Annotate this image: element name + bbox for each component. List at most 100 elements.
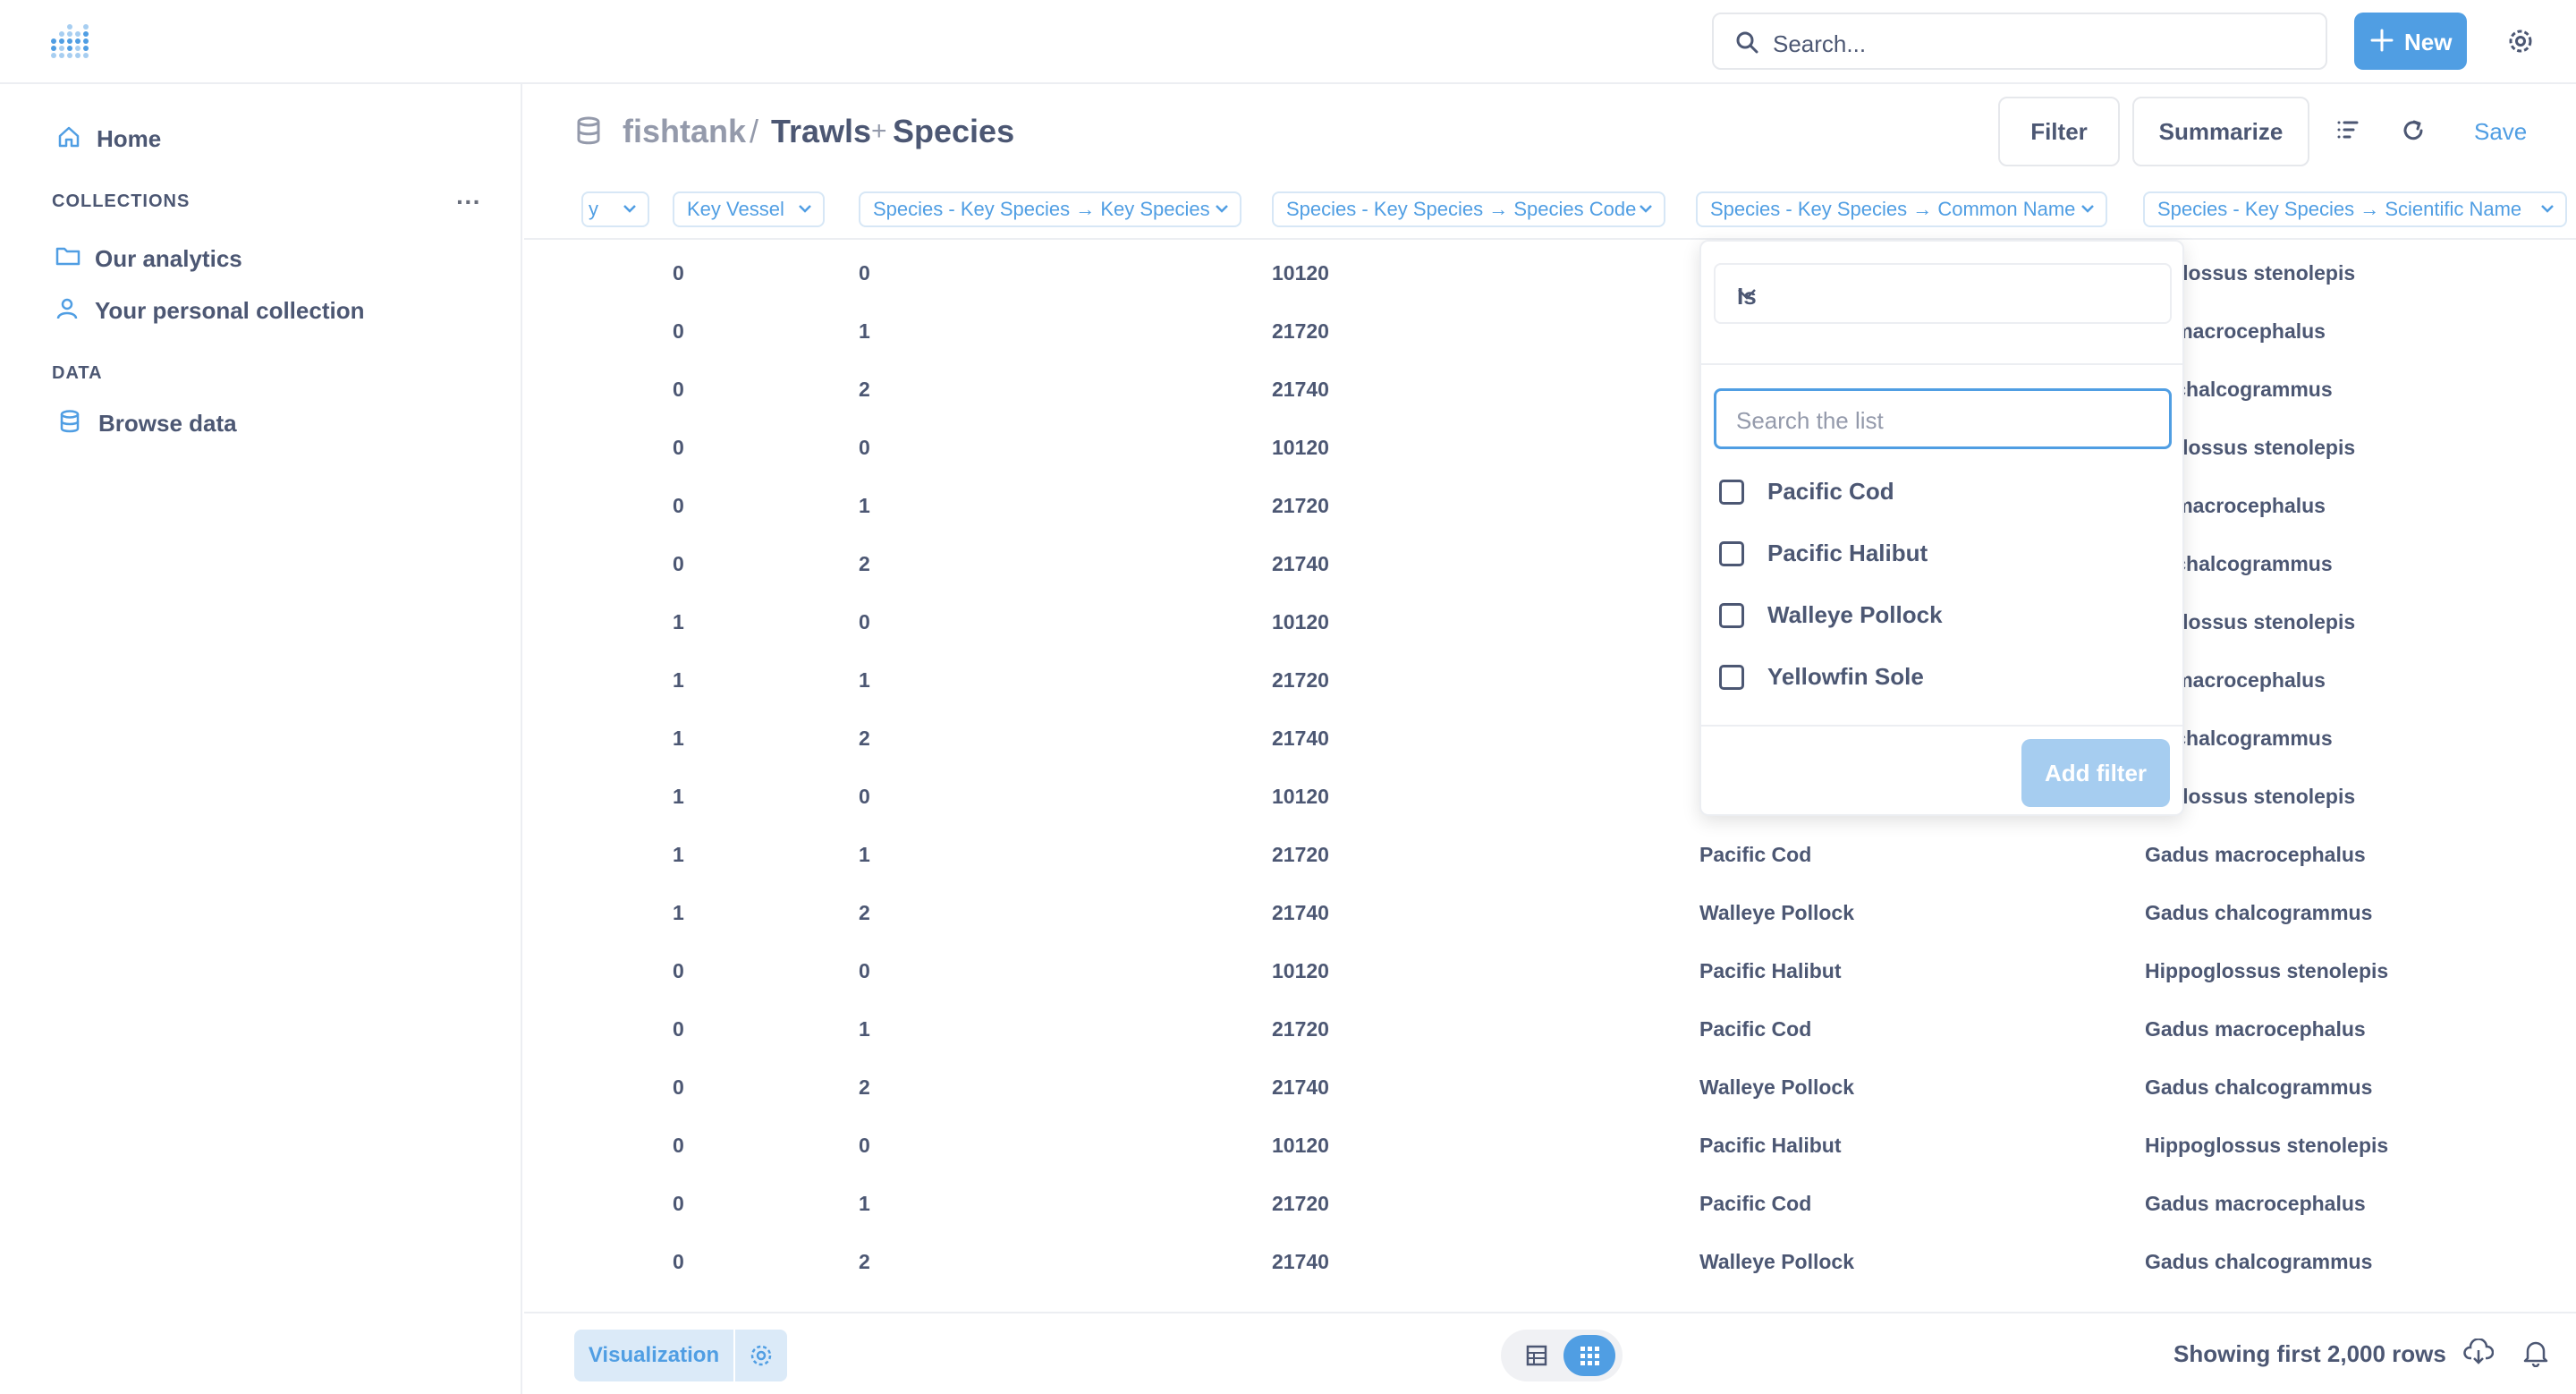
table-cell[interactable]: 21720 <box>1272 843 1329 867</box>
table-cell[interactable]: 0 <box>673 494 684 518</box>
table-cell[interactable]: 10120 <box>1272 261 1329 285</box>
table-cell[interactable]: 0 <box>673 1250 684 1274</box>
table-cell[interactable]: 1 <box>859 1192 870 1216</box>
table-cell[interactable]: 0 <box>673 1192 684 1216</box>
checkbox[interactable] <box>1719 541 1744 566</box>
save-button[interactable]: Save <box>2474 118 2527 146</box>
table-cell[interactable]: 21720 <box>1272 319 1329 344</box>
table-cell[interactable]: 0 <box>673 378 684 402</box>
global-search-bar[interactable]: Search... <box>1712 13 2327 70</box>
checkbox[interactable] <box>1719 603 1744 628</box>
table-cell[interactable]: Hippoglossus stenolepis <box>2145 1134 2388 1158</box>
table-cell[interactable]: 0 <box>673 1075 684 1100</box>
table-cell[interactable]: 21740 <box>1272 901 1329 925</box>
bell-icon[interactable] <box>2522 1339 2549 1367</box>
table-cell[interactable]: Walleye Pollock <box>1699 1075 1854 1100</box>
column-header[interactable]: Species - Key Species → Key Species <box>859 191 1241 227</box>
table-cell[interactable]: 0 <box>859 959 870 983</box>
table-cell[interactable]: 0 <box>673 959 684 983</box>
operator-select[interactable]: Is <box>1714 263 2172 324</box>
table-cell[interactable]: 0 <box>859 1134 870 1158</box>
table-cell[interactable]: Pacific Halibut <box>1699 959 1841 983</box>
metabase-logo-icon[interactable] <box>50 21 93 61</box>
table-cell[interactable]: 1 <box>859 494 870 518</box>
table-cell[interactable]: Pacific Halibut <box>1699 1134 1841 1158</box>
table-cell[interactable]: 0 <box>673 1017 684 1041</box>
table-cell[interactable]: 0 <box>673 1134 684 1158</box>
new-button[interactable]: New <box>2354 13 2467 70</box>
column-header[interactable]: Species - Key Species → Species Code <box>1272 191 1665 227</box>
table-cell[interactable]: 0 <box>673 552 684 576</box>
visualization-button[interactable]: Visualization <box>574 1330 733 1381</box>
table-cell[interactable]: 0 <box>673 261 684 285</box>
breadcrumb-database[interactable]: fishtank <box>623 113 746 150</box>
column-header[interactable]: y <box>581 191 649 227</box>
table-cell[interactable]: 10120 <box>1272 1134 1329 1158</box>
filter-button[interactable]: Filter <box>1998 97 2120 166</box>
table-cell[interactable]: 0 <box>859 261 870 285</box>
table-cell[interactable]: 21720 <box>1272 494 1329 518</box>
column-header[interactable]: Species - Key Species → Common Name <box>1696 191 2107 227</box>
summarize-button[interactable]: Summarize <box>2132 97 2309 166</box>
table-cell[interactable]: 1 <box>673 610 684 634</box>
table-cell[interactable]: Pacific Cod <box>1699 1192 1811 1216</box>
table-cell[interactable]: 2 <box>859 727 870 751</box>
table-view-icon[interactable] <box>1526 1345 1547 1366</box>
table-cell[interactable]: 1 <box>673 901 684 925</box>
table-cell[interactable]: 2 <box>859 1250 870 1274</box>
table-cell[interactable]: 21720 <box>1272 1017 1329 1041</box>
checkbox[interactable] <box>1719 665 1744 690</box>
table-cell[interactable]: 0 <box>859 785 870 809</box>
table-cell[interactable]: Gadus macrocephalus <box>2145 843 2366 867</box>
table-cell[interactable]: 21740 <box>1272 378 1329 402</box>
collections-options-icon[interactable]: ··· <box>456 188 481 217</box>
table-cell[interactable]: 1 <box>673 843 684 867</box>
table-cell[interactable]: 21720 <box>1272 1192 1329 1216</box>
table-cell[interactable]: Gadus chalcogrammus <box>2145 1250 2372 1274</box>
add-filter-button[interactable]: Add filter <box>2021 739 2170 807</box>
table-cell[interactable]: 2 <box>859 378 870 402</box>
table-cell[interactable]: Gadus macrocephalus <box>2145 1192 2366 1216</box>
checkbox[interactable] <box>1719 480 1744 505</box>
gear-icon[interactable] <box>2506 27 2535 55</box>
table-cell[interactable]: 21720 <box>1272 668 1329 693</box>
table-cell[interactable]: Hippoglossus stenolepis <box>2145 959 2388 983</box>
table-cell[interactable]: 1 <box>859 319 870 344</box>
table-cell[interactable]: 1 <box>859 668 870 693</box>
table-cell[interactable]: 0 <box>859 610 870 634</box>
table-cell[interactable]: Gadus chalcogrammus <box>2145 901 2372 925</box>
table-cell[interactable]: 10120 <box>1272 959 1329 983</box>
table-cell[interactable]: 1 <box>673 727 684 751</box>
search-list-input[interactable]: Search the list <box>1714 388 2172 449</box>
refresh-icon[interactable] <box>2401 118 2426 143</box>
table-cell[interactable]: 2 <box>859 552 870 576</box>
table-cell[interactable]: 21740 <box>1272 727 1329 751</box>
table-cell[interactable]: 1 <box>859 843 870 867</box>
table-cell[interactable]: 0 <box>673 436 684 460</box>
table-cell[interactable]: Pacific Cod <box>1699 843 1811 867</box>
table-cell[interactable]: 1 <box>859 1017 870 1041</box>
table-cell[interactable]: Pacific Cod <box>1699 1017 1811 1041</box>
column-header[interactable]: Key Vessel <box>673 191 825 227</box>
table-cell[interactable]: 21740 <box>1272 1250 1329 1274</box>
table-cell[interactable]: 2 <box>859 901 870 925</box>
table-cell[interactable]: Walleye Pollock <box>1699 901 1854 925</box>
table-cell[interactable]: 1 <box>673 785 684 809</box>
visualization-settings-button[interactable] <box>735 1330 787 1381</box>
download-icon[interactable] <box>2463 1339 2494 1365</box>
table-cell[interactable]: 2 <box>859 1075 870 1100</box>
grid-view-toggle[interactable] <box>1563 1335 1615 1376</box>
table-cell[interactable]: 10120 <box>1272 785 1329 809</box>
table-cell[interactable]: 10120 <box>1272 610 1329 634</box>
table-cell[interactable]: 21740 <box>1272 1075 1329 1100</box>
table-cell[interactable]: 21740 <box>1272 552 1329 576</box>
table-cell[interactable]: 0 <box>673 319 684 344</box>
column-header[interactable]: Species - Key Species → Scientific Name <box>2143 191 2567 227</box>
table-cell[interactable]: 0 <box>859 436 870 460</box>
table-cell[interactable]: Walleye Pollock <box>1699 1250 1854 1274</box>
table-cell[interactable]: 1 <box>673 668 684 693</box>
table-cell[interactable]: 10120 <box>1272 436 1329 460</box>
table-cell[interactable]: Gadus chalcogrammus <box>2145 1075 2372 1100</box>
table-cell[interactable]: Gadus macrocephalus <box>2145 1017 2366 1041</box>
notebook-icon[interactable] <box>2336 118 2360 141</box>
